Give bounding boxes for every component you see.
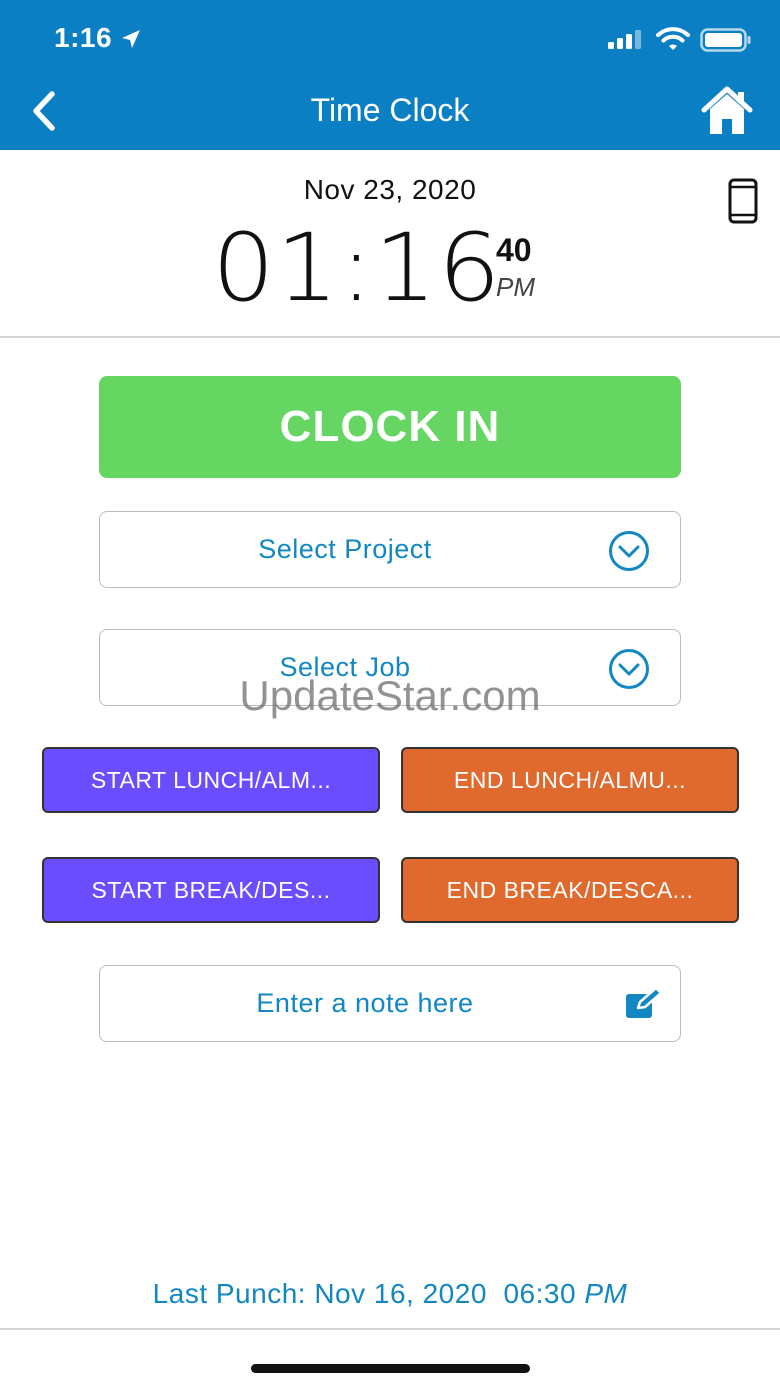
chevron-down-circle-icon (609, 649, 649, 689)
current-seconds: 40 (496, 232, 532, 268)
start-break-button[interactable]: START BREAK/DES... (42, 857, 380, 923)
select-job-dropdown[interactable]: Select Job (99, 629, 681, 706)
select-job-label: Select Job (279, 652, 411, 682)
last-punch-label: Last Punch: (152, 1278, 307, 1309)
note-placeholder: Enter a note here (256, 988, 474, 1018)
end-lunch-button[interactable]: END LUNCH/ALMU... (401, 747, 739, 813)
last-punch: Last Punch: Nov 16, 2020 06:30 PM (0, 1278, 780, 1310)
clock-in-button[interactable]: CLOCK IN (99, 376, 681, 478)
divider (0, 1328, 780, 1330)
wifi-icon (656, 27, 690, 50)
current-time: 01:16 (212, 214, 502, 323)
cellular-signal-icon (608, 30, 641, 49)
select-project-label: Select Project (258, 534, 432, 564)
app-header: 1:16 Time Clock (0, 0, 780, 150)
status-bar-time: 1:16 (54, 22, 113, 53)
page-title: Time Clock (310, 92, 470, 128)
note-input[interactable]: Enter a note here (99, 965, 681, 1042)
battery-icon (700, 28, 751, 52)
select-project-dropdown[interactable]: Select Project (99, 511, 681, 588)
last-punch-date: Nov 16, 2020 (314, 1278, 487, 1309)
last-punch-time: 06:30 (503, 1278, 577, 1309)
current-ampm: PM (496, 272, 535, 302)
end-break-button[interactable]: END BREAK/DESCA... (401, 857, 739, 923)
divider (0, 336, 780, 338)
chevron-down-circle-icon (609, 531, 649, 571)
home-icon[interactable] (700, 86, 754, 136)
current-date: Nov 23, 2020 (303, 174, 477, 205)
location-arrow-icon (122, 30, 140, 48)
start-lunch-button[interactable]: START LUNCH/ALM... (42, 747, 380, 813)
home-indicator[interactable] (251, 1364, 530, 1373)
last-punch-ampm: PM (584, 1278, 628, 1309)
edit-note-icon[interactable] (624, 988, 664, 1020)
mobile-phone-icon (728, 178, 758, 224)
